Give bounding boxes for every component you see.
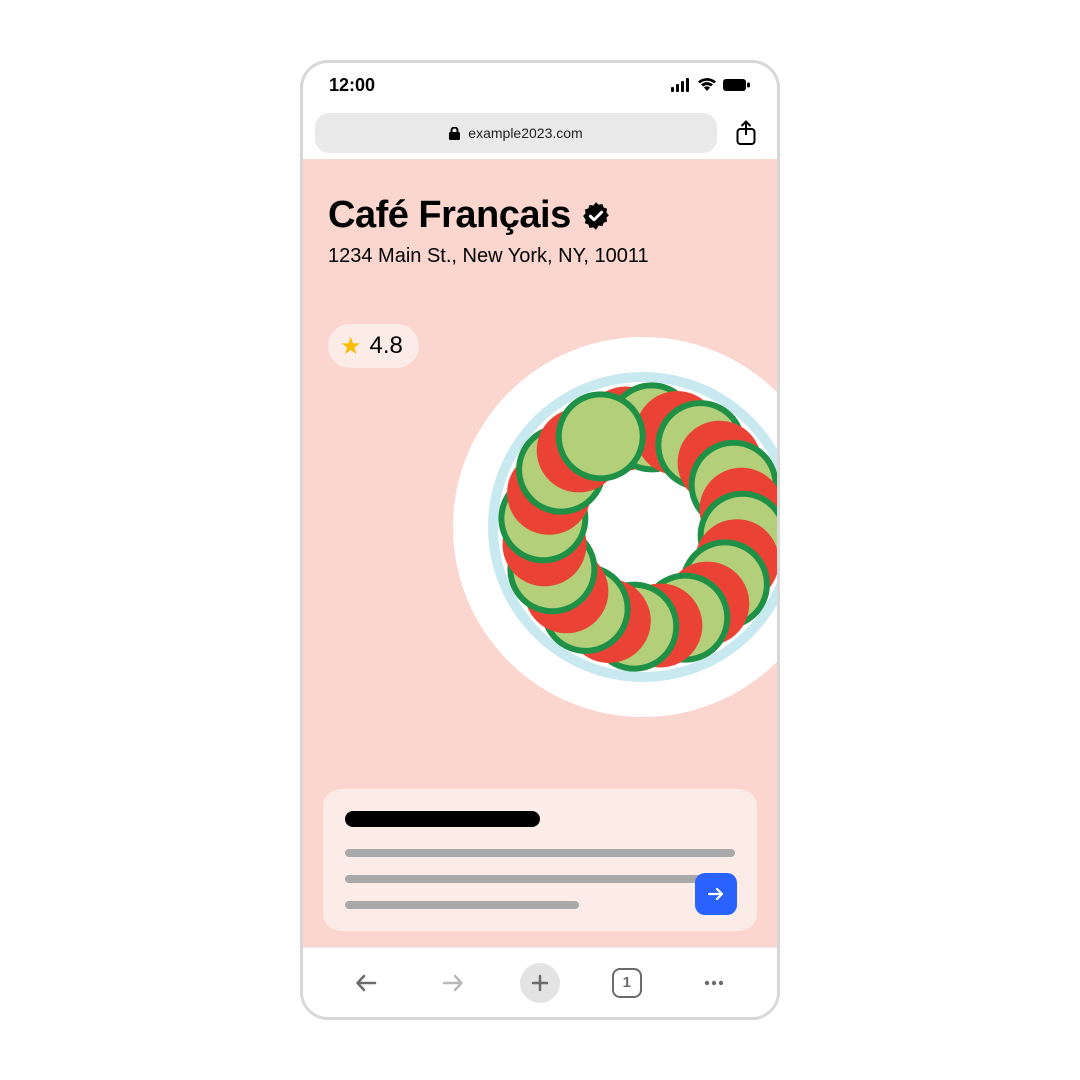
cellular-icon — [671, 78, 691, 92]
battery-icon — [723, 78, 751, 92]
status-indicators — [671, 78, 751, 92]
tabs-count: 1 — [612, 968, 642, 998]
verified-badge-icon — [581, 201, 611, 231]
address-bar[interactable]: example2023.com — [315, 113, 717, 153]
browser-chrome-top: example2023.com — [303, 107, 777, 159]
forward-button[interactable] — [433, 963, 473, 1003]
card-text-line — [345, 901, 579, 909]
more-button[interactable] — [694, 963, 734, 1003]
url-text: example2023.com — [468, 125, 582, 141]
tabs-button[interactable]: 1 — [607, 963, 647, 1003]
wifi-icon — [697, 78, 717, 92]
card-title-placeholder — [345, 811, 540, 827]
back-button[interactable] — [346, 963, 386, 1003]
status-bar: 12:00 — [303, 63, 777, 107]
browser-chrome-bottom: 1 — [303, 947, 777, 1017]
share-icon — [735, 120, 757, 146]
status-time: 12:00 — [329, 75, 375, 96]
rating-value: 4.8 — [370, 332, 403, 360]
arrow-left-icon — [353, 970, 379, 996]
phone-frame: 12:00 example2023.com Café Français 1234… — [300, 60, 780, 1020]
card-action-button[interactable] — [695, 873, 737, 915]
star-icon: ★ — [340, 332, 362, 361]
business-address: 1234 Main St., New York, NY, 10011 — [303, 237, 777, 268]
arrow-right-icon — [440, 970, 466, 996]
plus-icon — [530, 973, 550, 993]
card-text-line — [345, 875, 735, 883]
page-content: Café Français 1234 Main St., New York, N… — [303, 159, 777, 947]
lock-icon — [449, 127, 460, 140]
card-text-line — [345, 849, 735, 857]
arrow-right-icon — [706, 884, 726, 904]
info-card — [323, 789, 757, 931]
more-horizontal-icon — [701, 970, 727, 996]
share-button[interactable] — [727, 114, 765, 152]
new-tab-button[interactable] — [520, 963, 560, 1003]
hero-food-image — [453, 337, 777, 722]
rating-pill[interactable]: ★ 4.8 — [328, 324, 419, 368]
business-title: Café Français — [328, 194, 571, 237]
title-row: Café Français — [303, 159, 777, 237]
